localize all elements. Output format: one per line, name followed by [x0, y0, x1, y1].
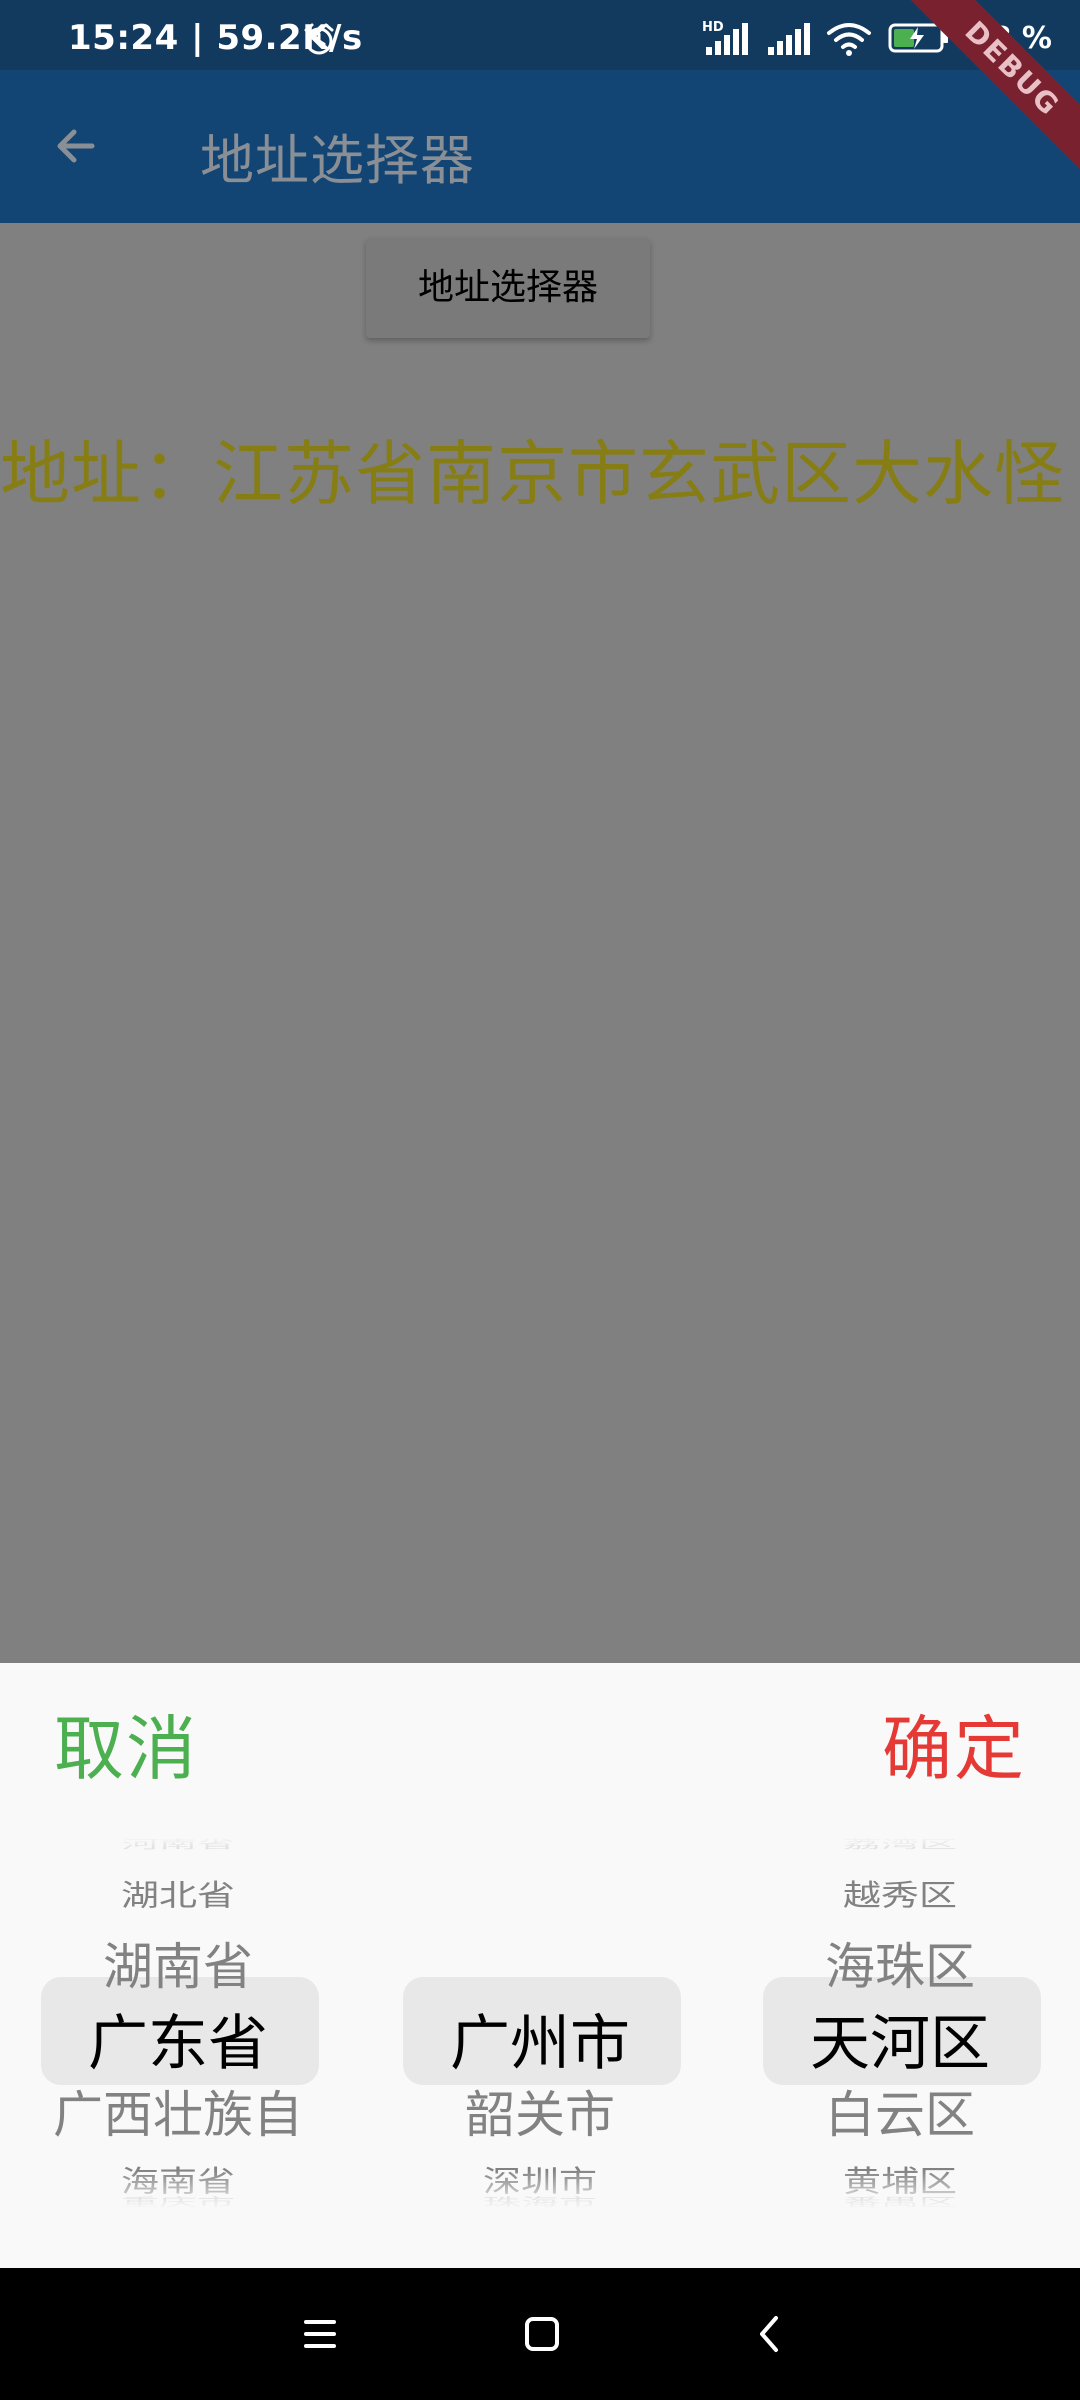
district-item[interactable]: 荔湾区: [740, 1835, 1060, 1852]
back-icon[interactable]: [740, 2304, 800, 2364]
city-item[interactable]: 珠海市: [380, 2193, 700, 2210]
screen: 15:24 | 59.2K/s HD 地址选择器 DEBUG 地址选择器 地址：…: [0, 0, 1080, 2400]
cancel-button[interactable]: 取消: [54, 1693, 198, 1794]
city-wheel[interactable]: 广州市 韶关市 深圳市 珠海市: [380, 1835, 700, 2210]
district-wheel[interactable]: 荔湾区 越秀区 海珠区 天河区 白云区 黄埔区 番禺区: [740, 1835, 1060, 2210]
district-item-selected[interactable]: 天河区: [740, 1995, 1060, 2082]
hd-signal-icon: HD: [702, 20, 748, 55]
confirm-button[interactable]: 确定: [882, 1693, 1026, 1794]
system-nav-bar: [0, 2268, 1080, 2400]
province-item[interactable]: 河南省: [18, 1835, 338, 1852]
province-item-selected[interactable]: 广东省: [18, 1995, 338, 2082]
address-picker-sheet: 取消 确定 河南省 湖北省 湖南省 广东省 广西壮族自 海南省 重庆市 广州市 …: [0, 1663, 1080, 2268]
city-item[interactable]: 韶关市: [380, 2075, 700, 2147]
address-text: 地址：江苏省南京市玄武区大水怪: [0, 433, 1065, 515]
province-item[interactable]: 广西壮族自: [18, 2075, 338, 2147]
district-item[interactable]: 海珠区: [740, 1927, 1060, 1999]
address-picker-button[interactable]: 地址选择器: [366, 238, 650, 338]
arrow-back-icon[interactable]: [44, 114, 108, 178]
menu-icon[interactable]: [290, 2304, 350, 2364]
wheel-fade-top: [380, 1835, 700, 1875]
status-bar: 15:24 | 59.2K/s HD: [0, 0, 1080, 70]
app-bar: 地址选择器: [0, 70, 1080, 223]
district-item[interactable]: 白云区: [740, 2075, 1060, 2147]
district-item[interactable]: 越秀区: [740, 1871, 1060, 1914]
signal-icon: [767, 23, 810, 55]
province-wheel[interactable]: 河南省 湖北省 湖南省 广东省 广西壮族自 海南省 重庆市: [18, 1835, 338, 2210]
alarm-icon: [304, 23, 334, 55]
province-item[interactable]: 湖南省: [18, 1927, 338, 1999]
svg-text:HD: HD: [702, 20, 724, 35]
home-icon[interactable]: [512, 2304, 572, 2364]
province-item[interactable]: 湖北省: [18, 1871, 338, 1914]
page-title: 地址选择器: [200, 129, 475, 192]
wifi-icon: [826, 23, 871, 56]
city-item-selected[interactable]: 广州市: [380, 1995, 700, 2082]
district-item[interactable]: 番禺区: [740, 2193, 1060, 2210]
province-item[interactable]: 重庆市: [18, 2193, 338, 2210]
